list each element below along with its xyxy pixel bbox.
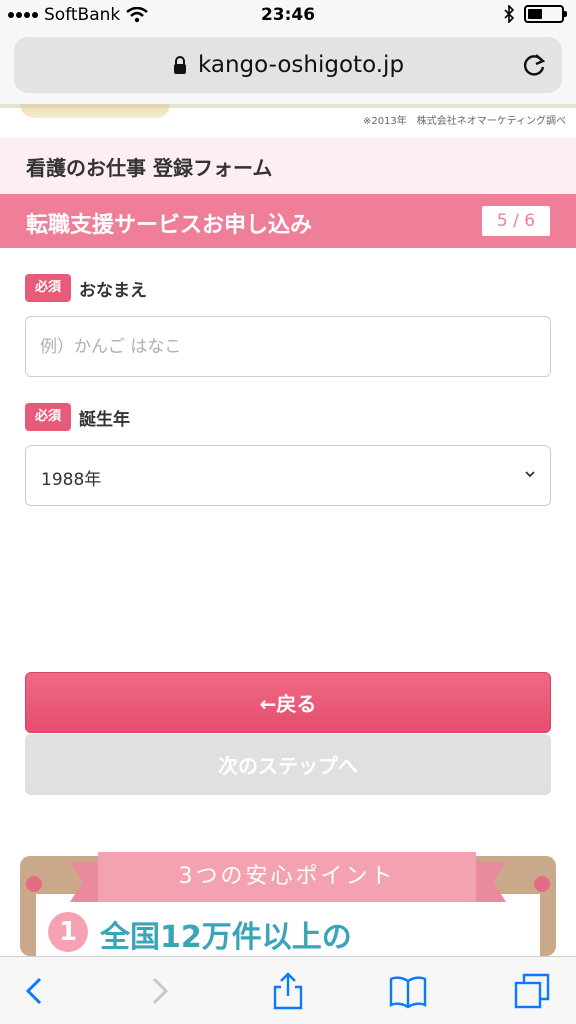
browser-toolbar (0, 956, 576, 1024)
birth-year-label-text: 誕生年 (79, 409, 130, 430)
birth-year-field-label: 必須 誕生年 (25, 403, 130, 431)
lock-icon (173, 56, 186, 74)
promo-ribbon: 3つの安心ポイント (98, 852, 476, 902)
bookmarks-icon[interactable] (388, 971, 428, 1011)
name-input[interactable] (25, 316, 551, 377)
pin-icon (26, 876, 42, 892)
forward-arrow-icon[interactable] (140, 971, 180, 1011)
required-badge: 必須 (25, 274, 71, 302)
reload-icon[interactable] (520, 51, 548, 79)
next-step-button[interactable]: 次のステップへ (25, 734, 551, 795)
status-bar: SoftBank 23:46 (0, 0, 576, 32)
bluetooth-icon (504, 5, 514, 23)
page: SoftBank 23:46 kango-oshigoto.jp ※2013年 … (0, 0, 576, 1024)
step-counter: 5 / 6 (482, 206, 550, 236)
tabs-icon[interactable] (512, 971, 552, 1011)
back-button[interactable]: ←戻る (25, 672, 551, 733)
pin-icon (534, 876, 550, 892)
battery-icon (524, 5, 567, 23)
status-right (504, 5, 567, 23)
banner-note: ※2013年 株式会社ネオマーケティング調べ (362, 116, 566, 127)
back-arrow-icon[interactable] (14, 971, 54, 1011)
promo-headline: 全国12万件以上の (100, 920, 352, 955)
birth-year-select[interactable]: 1988年 (25, 445, 551, 506)
browser-chrome: kango-oshigoto.jp (0, 32, 576, 104)
status-time: 23:46 (260, 5, 316, 25)
name-label-text: おなまえ (79, 280, 147, 301)
required-badge: 必須 (25, 403, 71, 431)
address-bar[interactable]: kango-oshigoto.jp (14, 37, 562, 93)
name-field-label: 必須 おなまえ (25, 274, 147, 302)
birth-year-value: 1988年 (41, 470, 102, 490)
banner-divider (0, 104, 576, 108)
promo-number-badge: 1 (48, 912, 88, 952)
url-text: kango-oshigoto.jp (197, 52, 405, 78)
step-title: 転職支援サービスお申し込み (26, 213, 313, 238)
form-title: 看護のお仕事 登録フォーム (26, 156, 273, 180)
chevron-down-icon (525, 471, 535, 478)
share-icon[interactable] (268, 971, 308, 1011)
